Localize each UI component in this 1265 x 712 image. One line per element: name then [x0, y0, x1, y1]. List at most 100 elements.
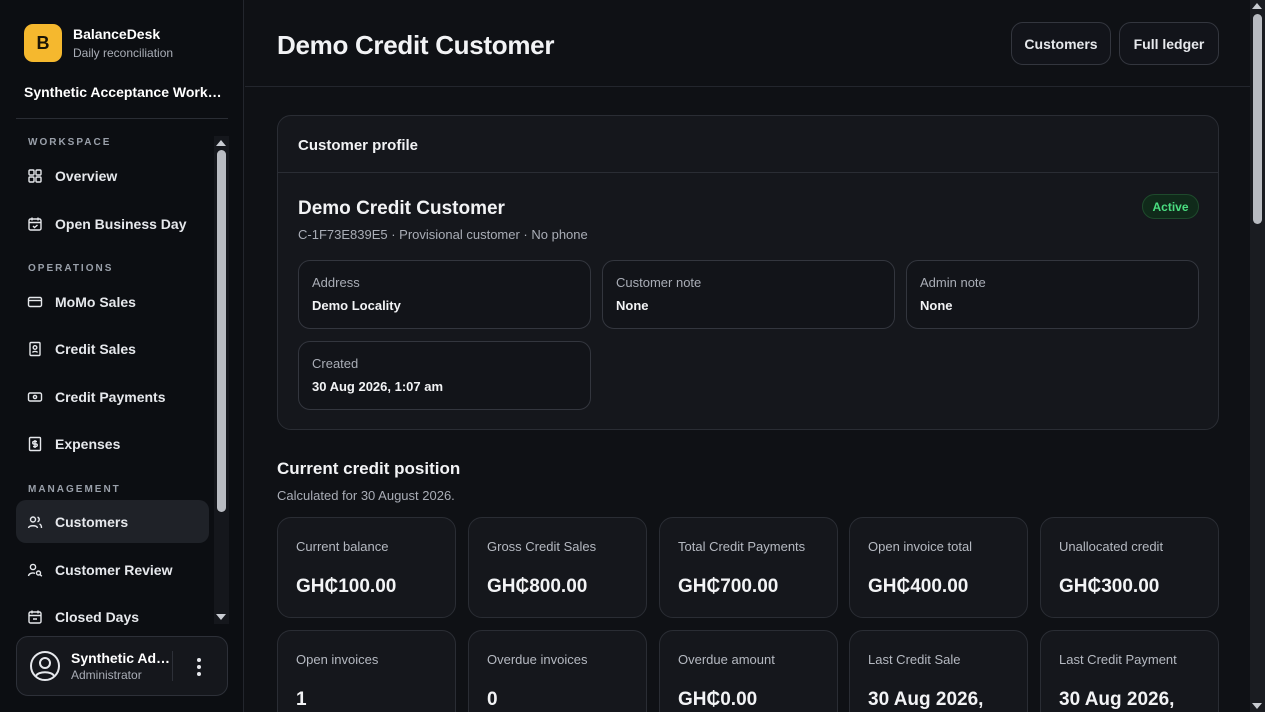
customers-button[interactable]: Customers	[1011, 22, 1111, 65]
users-icon	[27, 514, 43, 530]
grid-icon	[27, 168, 43, 184]
stat-value: 1	[296, 689, 307, 710]
nav-section-operations: OPERATIONS	[28, 263, 114, 274]
credit-position-title: Current credit position	[277, 459, 461, 478]
stat-unallocated-credit: Unallocated credit GH₵300.00	[1040, 517, 1219, 618]
customer-note-field: Customer note None	[602, 260, 895, 329]
sidebar-item-label: Overview	[55, 167, 118, 184]
page-scroll-thumb[interactable]	[1253, 14, 1262, 224]
sidebar-item-momo-sales[interactable]: MoMo Sales	[16, 280, 209, 323]
stat-value: GH₵700.00	[678, 576, 779, 597]
full-ledger-button[interactable]: Full ledger	[1119, 22, 1219, 65]
user-card-divider	[172, 651, 173, 681]
credit-position-subtitle: Calculated for 30 August 2026.	[277, 488, 455, 503]
stat-label: Overdue amount	[678, 652, 775, 667]
field-value: None	[920, 298, 953, 313]
brand-name: BalanceDesk	[73, 25, 161, 42]
user-name: Synthetic Admin	[71, 650, 171, 666]
stat-open-invoice-total: Open invoice total GH₵400.00	[849, 517, 1028, 618]
stat-value: 30 Aug 2026,	[1059, 689, 1175, 710]
stat-last-credit-payment: Last Credit Payment 30 Aug 2026,	[1040, 630, 1219, 712]
calendar-icon	[27, 609, 43, 625]
status-badge: Active	[1142, 194, 1199, 219]
sidebar-item-open-business-day[interactable]: Open Business Day	[16, 202, 209, 245]
stat-label: Overdue invoices	[487, 652, 588, 667]
sidebar-item-overview[interactable]: Overview	[16, 154, 209, 197]
stat-label: Gross Credit Sales	[487, 539, 597, 554]
sidebar-item-expenses[interactable]: Expenses	[16, 422, 209, 465]
page-scrollbar[interactable]	[1250, 0, 1265, 712]
sidebar-divider	[16, 118, 228, 119]
stat-label: Last Credit Payment	[1059, 652, 1177, 667]
stat-value: GH₵300.00	[1059, 576, 1160, 597]
sidebar-item-label: Closed Days	[55, 608, 140, 625]
customer-name: Demo Credit Customer	[298, 198, 505, 219]
sidebar-item-credit-payments[interactable]: Credit Payments	[16, 375, 209, 418]
field-label: Address	[312, 275, 360, 290]
scroll-down-arrow-icon[interactable]	[1252, 703, 1262, 709]
customer-profile-card: Customer profile Demo Credit Customer C-…	[277, 115, 1219, 430]
sidebar-scrollbar[interactable]	[214, 136, 229, 624]
calendar-check-icon	[27, 216, 43, 232]
banknote-icon	[27, 389, 43, 405]
field-value: None	[616, 298, 649, 313]
stat-value: 0	[487, 689, 498, 710]
brand-subtitle: Daily reconciliation	[73, 45, 174, 60]
sidebar-item-label: Expenses	[55, 435, 121, 452]
stat-value: 30 Aug 2026,	[868, 689, 984, 710]
nav-section-workspace: WORKSPACE	[28, 137, 112, 148]
dollar-receipt-icon	[27, 436, 43, 452]
admin-note-field: Admin note None	[906, 260, 1199, 329]
created-field: Created 30 Aug 2026, 1:07 am	[298, 341, 591, 410]
user-card[interactable]: Synthetic Admin Administrator	[16, 636, 228, 696]
stat-total-credit-payments: Total Credit Payments GH₵700.00	[659, 517, 838, 618]
scroll-up-arrow-icon[interactable]	[1252, 3, 1262, 9]
sidebar-item-label: Customer Review	[55, 561, 173, 578]
sidebar-item-label: Customers	[55, 513, 129, 530]
sidebar-nav: WORKSPACE Overview Open Business Day OPE…	[0, 120, 212, 625]
stat-overdue-invoices: Overdue invoices 0	[468, 630, 647, 712]
sidebar: B BalanceDesk Daily reconciliation Synth…	[0, 0, 244, 712]
stat-label: Total Credit Payments	[678, 539, 806, 554]
stat-value: GH₵800.00	[487, 576, 588, 597]
page-header: Demo Credit Customer Customers Full ledg…	[245, 0, 1250, 87]
workspace-name[interactable]: Synthetic Acceptance Workspace	[24, 84, 224, 100]
receipt-icon	[27, 341, 43, 357]
stat-current-balance: Current balance GH₵100.00	[277, 517, 456, 618]
sidebar-item-credit-sales[interactable]: Credit Sales	[16, 327, 209, 370]
stat-label: Current balance	[296, 539, 389, 554]
stat-label: Open invoices	[296, 652, 379, 667]
user-avatar-icon	[29, 650, 61, 682]
sidebar-item-label: Credit Sales	[55, 340, 136, 357]
brand[interactable]: B BalanceDesk Daily reconciliation	[24, 24, 173, 62]
page-title: Demo Credit Customer	[277, 30, 555, 60]
credit-card-icon	[27, 294, 43, 310]
sidebar-item-label: Open Business Day	[55, 215, 187, 232]
stat-gross-credit-sales: Gross Credit Sales GH₵800.00	[468, 517, 647, 618]
stat-label: Open invoice total	[868, 539, 973, 554]
sidebar-item-customers[interactable]: Customers	[16, 500, 209, 543]
stat-label: Unallocated credit	[1059, 539, 1164, 554]
user-role: Administrator	[71, 668, 142, 682]
field-label: Created	[312, 356, 359, 371]
customer-meta: C-1F73E839E5 · Provisional customer · No…	[298, 227, 588, 242]
sidebar-scroll-thumb[interactable]	[217, 150, 226, 512]
scroll-down-arrow-icon[interactable]	[216, 614, 226, 620]
sidebar-item-customer-review[interactable]: Customer Review	[16, 548, 209, 591]
nav-section-management: MANAGEMENT	[28, 484, 121, 495]
field-value: Demo Locality	[312, 298, 401, 313]
stat-overdue-amount: Overdue amount GH₵0.00	[659, 630, 838, 712]
sidebar-item-label: MoMo Sales	[55, 293, 136, 310]
stat-value: GH₵0.00	[678, 689, 758, 710]
field-label: Admin note	[920, 275, 986, 290]
user-search-icon	[27, 562, 43, 578]
more-options-icon[interactable]	[189, 655, 209, 679]
field-value: 30 Aug 2026, 1:07 am	[312, 379, 444, 394]
sidebar-item-closed-days[interactable]: Closed Days	[16, 595, 209, 625]
field-label: Customer note	[616, 275, 702, 290]
scroll-up-arrow-icon[interactable]	[216, 140, 226, 146]
stat-open-invoices: Open invoices 1	[277, 630, 456, 712]
stat-value: GH₵100.00	[296, 576, 397, 597]
stat-value: GH₵400.00	[868, 576, 969, 597]
brand-logo: B	[24, 24, 62, 62]
